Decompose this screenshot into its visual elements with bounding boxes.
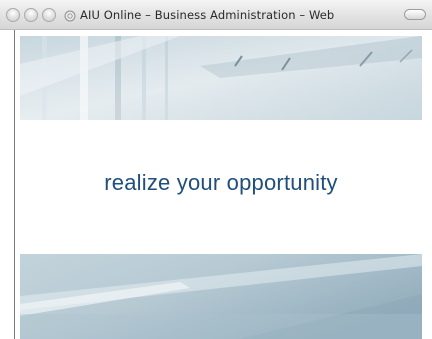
- tagline: realize your opportunity: [104, 170, 338, 195]
- close-window-button[interactable]: [6, 8, 20, 22]
- web-content: realize your opportunity: [0, 30, 432, 339]
- window-title-group: AIU Online – Business Administration – W…: [64, 7, 334, 23]
- page-edge-divider: [14, 30, 15, 339]
- page-left-margin: [0, 30, 20, 339]
- minimize-window-button[interactable]: [24, 8, 38, 22]
- globe-icon: [64, 9, 76, 22]
- page-right-margin: [422, 30, 432, 339]
- zoom-window-button[interactable]: [42, 8, 56, 22]
- title-bar[interactable]: AIU Online – Business Administration – W…: [0, 0, 432, 30]
- office-interior-bottom-image: [20, 254, 422, 339]
- browser-window: AIU Online – Business Administration – W…: [0, 0, 432, 339]
- window-title: AIU Online – Business Administration – W…: [80, 8, 335, 22]
- toolbar-toggle-button[interactable]: [404, 9, 426, 20]
- office-interior-top-image: [20, 36, 422, 120]
